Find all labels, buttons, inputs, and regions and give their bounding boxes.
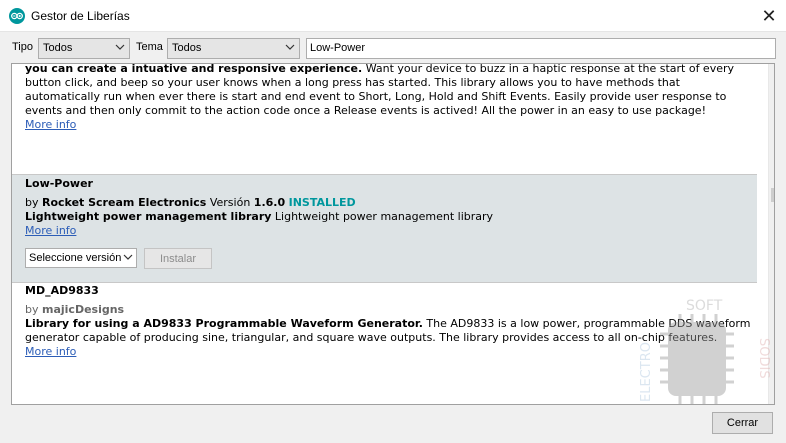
chevron-down-icon	[115, 44, 125, 50]
scroll-up-icon[interactable]: ▲	[772, 68, 774, 79]
tema-label: Tema	[136, 41, 163, 53]
library-summary: Want your device to buzz in a haptic res…	[362, 63, 735, 75]
library-summary-bold: Lightweight power management library	[25, 210, 272, 223]
library-description: button click, and beep so your user know…	[25, 76, 680, 89]
library-summary: Lightweight power management library	[271, 210, 494, 223]
library-summary-bold: Library for using a AD9833 Programmable …	[25, 317, 423, 330]
chevron-down-icon	[123, 254, 133, 260]
library-summary-bold: you can create a intuative and responsiv…	[25, 63, 363, 75]
library-description: automatically run when ever there is sta…	[25, 90, 727, 103]
scroll-thumb[interactable]	[771, 188, 774, 202]
chevron-down-icon	[285, 44, 295, 50]
search-input-value: Low-Power	[310, 42, 366, 54]
list-item[interactable]: you can create a intuative and responsiv…	[12, 63, 757, 172]
by-label: by	[25, 303, 39, 316]
version-select-value: Seleccione versión	[29, 252, 122, 264]
library-name: Low-Power	[25, 177, 93, 190]
window-title: Gestor de Liberías	[31, 9, 130, 23]
list-item-selected[interactable]: Low-Power by Rocket Scream Electronics V…	[12, 175, 757, 282]
watermark-logo: SOFT ELECTRO SODIS	[639, 298, 771, 404]
library-author: Rocket Scream Electronics	[42, 196, 207, 209]
library-version: 1.6.0	[253, 196, 286, 209]
more-info-link[interactable]: More info	[25, 224, 76, 237]
search-input[interactable]: Low-Power	[306, 38, 776, 59]
filter-bar: Tipo Todos Tema Todos Low-Power	[0, 36, 786, 60]
installed-badge: INSTALLED	[288, 196, 356, 209]
library-author: majicDesigns	[42, 303, 125, 316]
tipo-select[interactable]: Todos	[38, 38, 130, 59]
install-button[interactable]: Instalar	[144, 248, 212, 269]
watermark-right-text: SODIS	[756, 338, 771, 379]
tema-select-value: Todos	[172, 42, 202, 54]
watermark-left-text: ELECTRO	[639, 342, 654, 402]
more-info-link[interactable]: More info	[25, 345, 76, 358]
tema-select[interactable]: Todos	[167, 38, 300, 59]
tipo-label: Tipo	[12, 41, 33, 53]
more-info-link[interactable]: More info	[25, 118, 76, 131]
library-name: MD_AD9833	[25, 284, 99, 297]
close-window-button[interactable]: ✕	[752, 2, 786, 30]
arduino-logo-icon	[9, 8, 25, 24]
close-icon: ✕	[761, 5, 777, 27]
by-label: by	[25, 196, 39, 209]
library-description: events and then only commit to the actio…	[25, 104, 706, 117]
title-bar: Gestor de Liberías ✕	[0, 0, 786, 32]
watermark-top-text: SOFT	[686, 298, 723, 314]
tipo-select-value: Todos	[43, 42, 73, 54]
version-select[interactable]: Seleccione versión	[25, 248, 137, 268]
version-label: Versión	[209, 196, 251, 209]
close-button[interactable]: Cerrar	[712, 412, 773, 434]
